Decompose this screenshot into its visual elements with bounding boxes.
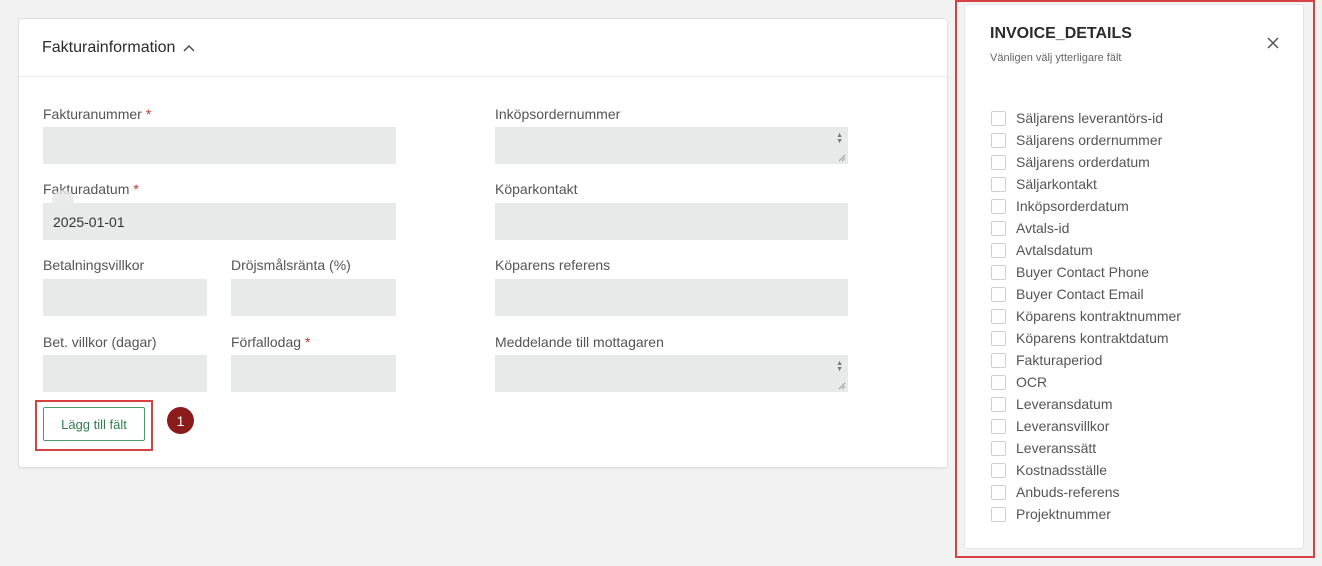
field-option-label: Buyer Contact Email — [1016, 286, 1144, 302]
resize-grip-icon[interactable] — [838, 382, 846, 390]
close-icon[interactable] — [1263, 33, 1283, 53]
field-option-item[interactable]: Buyer Contact Email — [991, 283, 1181, 305]
checkbox[interactable] — [991, 440, 1006, 456]
field-option-item[interactable]: Inköpsorderdatum — [991, 195, 1181, 217]
payment-terms-input[interactable] — [43, 279, 207, 316]
checkbox[interactable] — [991, 176, 1006, 192]
payment-terms-days-label: Bet. villkor (dagar) — [43, 334, 157, 350]
invoice-number-input[interactable] — [43, 127, 396, 164]
step-badge: 1 — [167, 407, 194, 434]
checkbox[interactable] — [991, 352, 1006, 368]
spinner-icon[interactable]: ▲ ▼ — [836, 360, 843, 373]
field-option-item[interactable]: Anbuds-referens — [991, 481, 1181, 503]
field-option-label: Inköpsorderdatum — [1016, 198, 1129, 214]
chevron-up-icon[interactable] — [183, 44, 195, 52]
field-option-label: Kostnadsställe — [1016, 462, 1108, 478]
invoice-number-label-text: Fakturanummer — [43, 106, 142, 122]
late-interest-input[interactable] — [231, 279, 396, 316]
field-option-item[interactable]: Projektnummer — [991, 503, 1181, 525]
field-option-item[interactable]: Säljarens leverantörs-id — [991, 107, 1181, 129]
checkbox[interactable] — [991, 462, 1006, 478]
field-option-label: Fakturaperiod — [1016, 352, 1103, 368]
checkbox[interactable] — [991, 198, 1006, 214]
field-option-item[interactable]: Leveranssätt — [991, 437, 1181, 459]
field-option-label: OCR — [1016, 374, 1048, 390]
message-to-recipient-label: Meddelande till mottagaren — [495, 334, 664, 350]
checkbox[interactable] — [991, 484, 1006, 500]
field-option-item[interactable]: Kostnadsställe — [991, 459, 1181, 481]
invoice-details-panel: INVOICE_DETAILS Vänligen välj ytterligar… — [964, 4, 1304, 549]
field-option-label: Säljarkontakt — [1016, 176, 1097, 192]
checkbox[interactable] — [991, 264, 1006, 280]
field-option-label: Säljarens ordernummer — [1016, 132, 1163, 148]
checkbox[interactable] — [991, 396, 1006, 412]
purchase-order-number-label: Inköpsordernummer — [495, 106, 621, 122]
due-date-label-text: Förfallodag — [231, 334, 302, 350]
checkbox[interactable] — [991, 132, 1006, 148]
checkbox[interactable] — [991, 506, 1006, 522]
checkbox[interactable] — [991, 242, 1006, 258]
field-option-label: Säljarens leverantörs-id — [1016, 110, 1164, 126]
checkbox[interactable] — [991, 374, 1006, 390]
field-option-label: Köparens kontraktnummer — [1016, 308, 1181, 324]
field-option-item[interactable]: Säljarens ordernummer — [991, 129, 1181, 151]
buyer-reference-label: Köparens referens — [495, 257, 611, 273]
field-option-label: Säljarens orderdatum — [1016, 154, 1150, 170]
checkbox[interactable] — [991, 220, 1006, 236]
due-date-input[interactable] — [231, 355, 396, 392]
checkbox[interactable] — [991, 330, 1006, 346]
panel-subtitle: Vänligen välj ytterligare fält — [990, 52, 1122, 64]
invoice-number-label: Fakturanummer * — [43, 106, 151, 122]
due-date-label: Förfallodag * — [231, 334, 311, 350]
invoice-info-card: Fakturainformation — [18, 18, 948, 468]
field-option-item[interactable]: Leveransvillkor — [991, 415, 1181, 437]
late-interest-label: Dröjsmålsränta (%) — [231, 257, 351, 273]
buyer-reference-input[interactable] — [495, 279, 848, 316]
field-option-label: Anbuds-referens — [1016, 484, 1120, 500]
field-option-label: Köparens kontraktdatum — [1016, 330, 1169, 346]
section-header[interactable]: Fakturainformation — [19, 19, 947, 77]
field-option-item[interactable]: Fakturaperiod — [991, 349, 1181, 371]
field-option-item[interactable]: Avtals-id — [991, 217, 1181, 239]
field-option-item[interactable]: Säljarens orderdatum — [991, 151, 1181, 173]
field-option-item[interactable]: Köparens kontraktnummer — [991, 305, 1181, 327]
add-field-button[interactable]: Lägg till fält — [43, 407, 145, 441]
field-options-list: Säljarens leverantörs-id Säljarens ordern… — [991, 107, 1181, 525]
panel-title: INVOICE_DETAILS — [990, 25, 1132, 42]
field-option-label: Avtals-id — [1016, 220, 1070, 236]
checkbox[interactable] — [991, 286, 1006, 302]
field-option-label: Avtalsdatum — [1016, 242, 1093, 258]
field-option-item[interactable]: Köparens kontraktdatum — [991, 327, 1181, 349]
buyer-contact-label: Köparkontakt — [495, 181, 578, 197]
field-option-item[interactable]: OCR — [991, 371, 1181, 393]
checkbox[interactable] — [991, 110, 1006, 126]
field-option-item[interactable]: Buyer Contact Phone — [991, 261, 1181, 283]
checkbox[interactable] — [991, 418, 1006, 434]
field-option-label: Leveransdatum — [1016, 396, 1113, 412]
field-option-item[interactable]: Leveransdatum — [991, 393, 1181, 415]
checkbox[interactable] — [991, 154, 1006, 170]
spinner-icon[interactable]: ▲ ▼ — [836, 132, 843, 145]
purchase-order-number-textarea[interactable]: ▲ ▼ — [495, 127, 848, 164]
payment-terms-days-input[interactable] — [43, 355, 207, 392]
checkbox[interactable] — [991, 308, 1006, 324]
field-option-item[interactable]: Avtalsdatum — [991, 239, 1181, 261]
field-option-label: Leveranssätt — [1016, 440, 1097, 456]
field-option-label: Leveransvillkor — [1016, 418, 1110, 434]
message-to-recipient-textarea[interactable]: ▲ ▼ — [495, 355, 848, 392]
field-option-label: Projektnummer — [1016, 506, 1111, 522]
field-option-label: Buyer Contact Phone — [1016, 264, 1150, 280]
resize-grip-icon[interactable] — [838, 154, 846, 162]
invoice-date-input[interactable] — [43, 203, 396, 240]
buyer-contact-input[interactable] — [495, 203, 848, 240]
required-marker: * — [305, 334, 311, 350]
field-option-item[interactable]: Säljarkontakt — [991, 173, 1181, 195]
required-marker: * — [145, 106, 152, 122]
section-title: Fakturainformation — [42, 38, 176, 56]
payment-terms-label: Betalningsvillkor — [43, 257, 145, 273]
required-marker: * — [133, 181, 139, 197]
